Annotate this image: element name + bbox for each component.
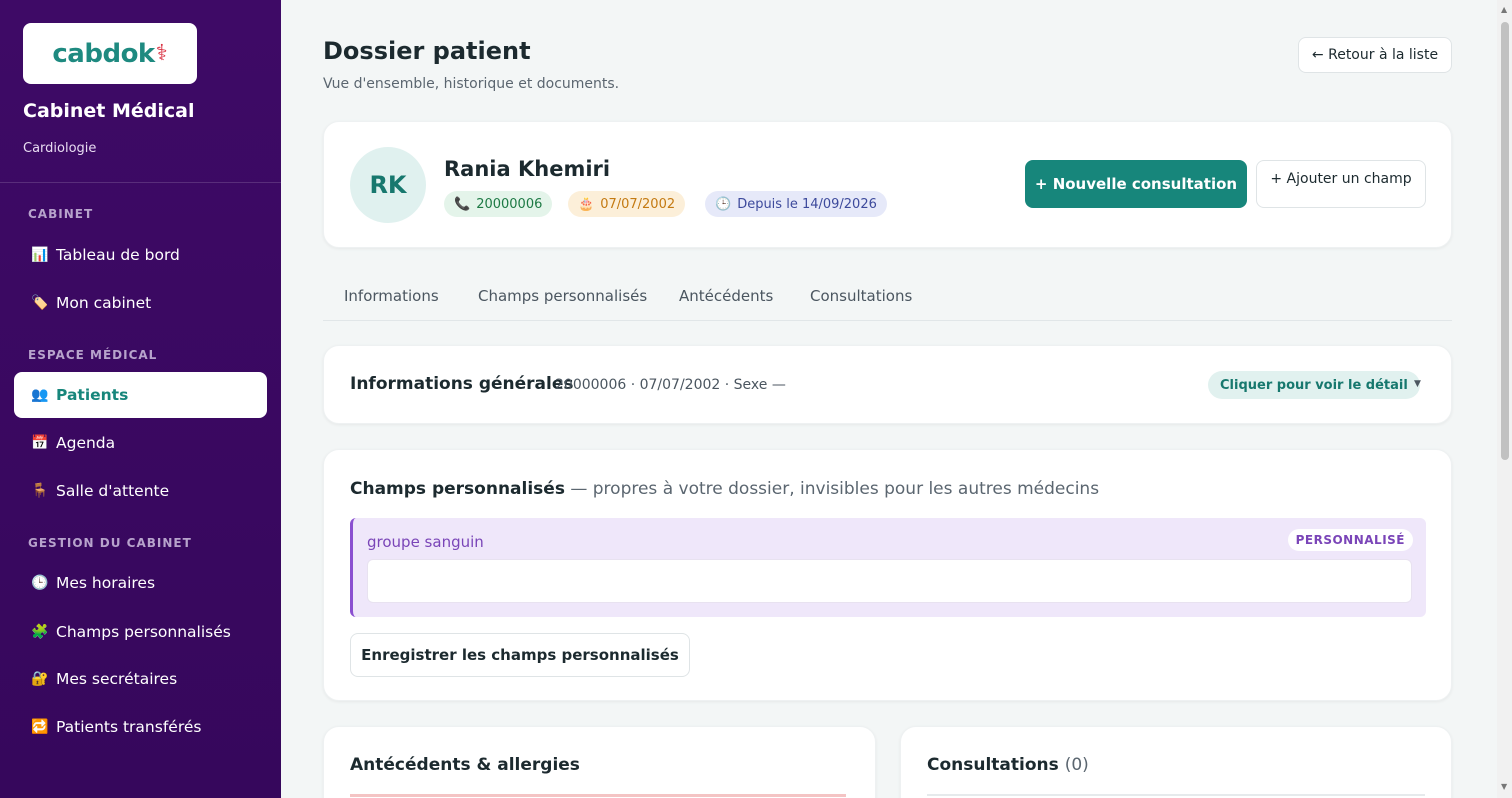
sidebar: cabdok ⚕ Cabinet Médical Cardiologie CABI… [0,0,281,798]
general-info-card[interactable]: Informations générales 20000006 · 07/07/… [323,345,1452,424]
clinic-name: Cabinet Médical [23,100,195,122]
tab-consultations[interactable]: Consultations [810,287,912,305]
consultations-card: Consultations (0) [900,726,1452,798]
users-icon: 👥 [31,387,49,403]
clinic-specialty: Cardiologie [23,141,97,156]
logo[interactable]: cabdok ⚕ [23,23,197,84]
sidebar-section-cabinet: CABINET [28,207,94,221]
general-info-title: Informations générales [350,374,574,394]
sidebar-item-label: Mes secrétaires [56,670,178,688]
sidebar-item-custom-fields[interactable]: 🧩 Champs personnalisés [14,609,267,655]
custom-fields-card: Champs personnalisés — propres à votre d… [323,449,1452,701]
blood-group-input[interactable] [367,559,1412,603]
since-value: Depuis le 14/09/2026 [737,196,877,212]
new-consultation-button[interactable]: + Nouvelle consultation [1025,160,1247,208]
clock-icon: 🕒 [715,196,732,212]
tag-icon: 🏷️ [31,295,49,311]
scrollbar-thumb[interactable] [1501,22,1509,460]
general-info-summary: 20000006 · 07/07/2002 · Sexe — [555,377,786,393]
sidebar-item-waiting-room[interactable]: 🪑 Salle d'attente [14,468,267,514]
sidebar-item-label: Agenda [56,434,116,452]
custom-fields-subtitle: — propres à votre dossier, invisibles po… [564,479,1100,499]
logo-text: cabdok [52,38,155,69]
custom-badge: PERSONNALISÉ [1287,529,1413,551]
phone-value: 20000006 [476,196,543,212]
history-title: Antécédents & allergies [350,755,580,775]
lock-icon: 🔐 [31,671,49,687]
sidebar-item-my-cabinet[interactable]: 🏷️ Mon cabinet [14,280,267,326]
chair-icon: 🪑 [31,483,49,499]
chevron-down-icon[interactable]: ▼ [1414,379,1421,389]
clock-icon: 🕒 [31,575,49,591]
scroll-up-icon[interactable]: ▲ [1501,5,1507,14]
repeat-icon: 🔁 [31,719,49,735]
custom-fields-heading: Champs personnalisés — propres à votre d… [350,479,1099,499]
tab-custom-fields[interactable]: Champs personnalisés [478,287,647,305]
since-badge: 🕒 Depuis le 14/09/2026 [705,191,887,217]
sidebar-item-agenda[interactable]: 📅 Agenda [14,420,267,466]
patient-tabs: Informations Champs personnalisés Antécé… [323,270,1452,321]
phone-badge: 📞 20000006 [444,191,553,217]
view-detail-button[interactable]: Cliquer pour voir le détail [1208,371,1420,399]
consultations-heading: Consultations (0) [927,755,1089,775]
avatar: RK [350,147,426,223]
save-custom-fields-button[interactable]: Enregistrer les champs personnalisés [350,633,690,677]
sidebar-section-medical: ESPACE MÉDICAL [28,348,158,362]
back-to-list-button[interactable]: ← Retour à la liste [1298,37,1452,73]
birthdate-value: 07/07/2002 [600,196,676,212]
sidebar-item-transferred[interactable]: 🔁 Patients transférés [14,704,267,750]
chart-icon: 📊 [31,247,49,263]
custom-fields-title: Champs personnalisés [350,479,565,499]
scroll-down-icon[interactable]: ▼ [1501,782,1507,791]
add-field-button[interactable]: + Ajouter un champ [1256,160,1426,208]
birthdate-badge: 🎂 07/07/2002 [568,191,686,217]
history-card: Antécédents & allergies [323,726,876,798]
patient-name: Rania Khemiri [444,157,611,181]
consultations-count: (0) [1064,755,1089,775]
sidebar-divider [0,182,281,183]
page-subtitle: Vue d'ensemble, historique et documents. [323,76,620,92]
sidebar-item-label: Patients [56,386,129,404]
custom-field-blood-group: groupe sanguin PERSONNALISÉ [350,518,1426,617]
sidebar-section-management: GESTION DU CABINET [28,536,192,550]
sidebar-item-patients[interactable]: 👥 Patients [14,372,267,418]
consultations-divider [927,794,1425,798]
sidebar-item-label: Salle d'attente [56,482,170,500]
sidebar-item-label: Champs personnalisés [56,623,231,641]
sidebar-item-label: Patients transférés [56,718,202,736]
field-label: groupe sanguin [367,533,484,551]
patient-card: RK Rania Khemiri 📞 20000006 🎂 07/07/2002… [323,121,1452,248]
page-scrollbar[interactable]: ▲ ▼ [1497,0,1512,798]
consultations-title: Consultations [927,755,1059,775]
tab-informations[interactable]: Informations [344,287,439,305]
phone-icon: 📞 [454,196,471,212]
page-title: Dossier patient [323,37,531,65]
sidebar-item-hours[interactable]: 🕒 Mes horaires [14,560,267,606]
sidebar-item-label: Tableau de bord [56,246,180,264]
tab-history[interactable]: Antécédents [679,287,773,305]
puzzle-icon: 🧩 [31,624,49,640]
sidebar-item-label: Mes horaires [56,574,156,592]
calendar-icon: 📅 [31,435,49,451]
caduceus-icon: ⚕ [155,41,168,66]
sidebar-item-dashboard[interactable]: 📊 Tableau de bord [14,232,267,278]
allergy-alert-bar [350,794,846,798]
cake-icon: 🎂 [578,196,595,212]
sidebar-item-secretaries[interactable]: 🔐 Mes secrétaires [14,656,267,702]
sidebar-item-label: Mon cabinet [56,294,152,312]
